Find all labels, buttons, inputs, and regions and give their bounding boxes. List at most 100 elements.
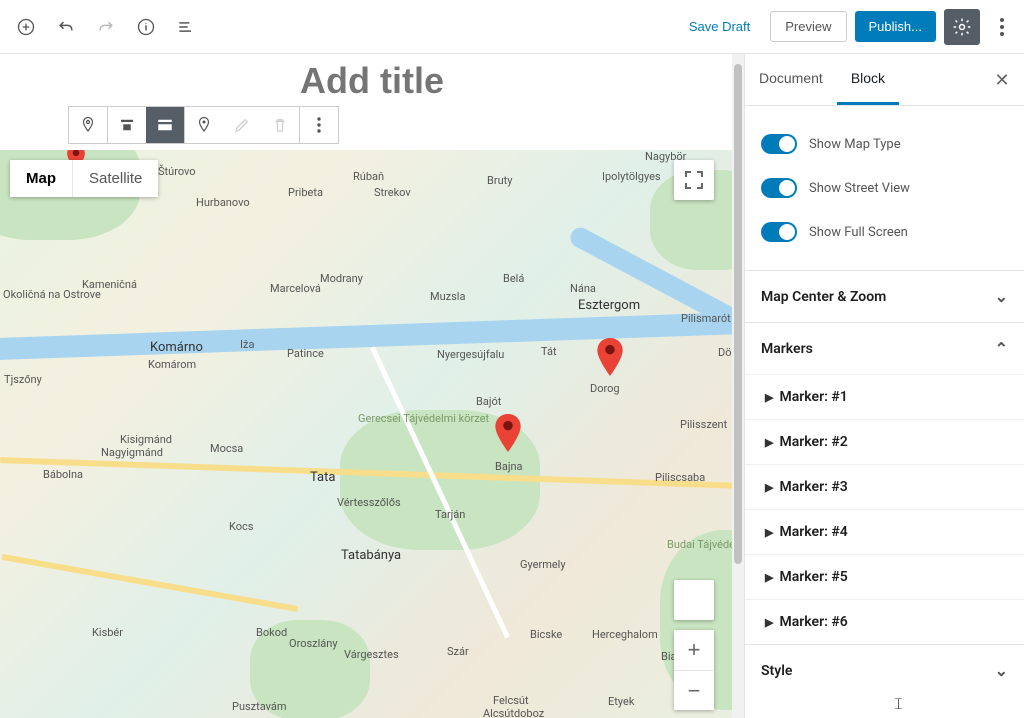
preview-button[interactable]: Preview [770,11,846,42]
sidebar-tabs: Document Block ✕ [745,54,1024,106]
panel-header-markers[interactable]: Markers ⌃ [745,323,1024,374]
chevron-down-icon: ⌄ [995,661,1008,680]
redo-icon [96,17,116,37]
align-center-button[interactable] [108,107,146,143]
toggle-label: Show Street View [809,181,910,196]
post-title-input[interactable] [0,54,744,106]
map-canvas[interactable]: Komárno Komárom Esztergom Tata Tatabánya… [0,150,744,718]
zoom-out-button[interactable]: − [674,670,714,710]
marker-item[interactable]: ▶Marker: #1 [745,374,1024,419]
main-layout: Komárno Komárom Esztergom Tata Tatabánya… [0,54,1024,718]
triangle-right-icon: ▶ [765,526,773,539]
settings-sidebar: Document Block ✕ Show Map Type Show Stre… [744,54,1024,718]
toggle-switch[interactable] [761,222,797,242]
map-pin-icon [195,116,213,134]
map-pin-icon [79,116,97,134]
map-city-label: Štúrovo [158,165,196,178]
tab-document[interactable]: Document [745,54,837,105]
map-city-label: Patince [287,347,324,360]
settings-button[interactable] [944,9,980,45]
street-view-button[interactable] [674,580,714,620]
panel-header-map-center[interactable]: Map Center & Zoom ⌄ [745,271,1024,322]
delete-button [261,107,299,143]
editor-scrollbar[interactable] [732,54,744,718]
save-draft-button[interactable]: Save Draft [677,11,762,42]
plus-circle-icon [16,17,36,37]
map-city-label: Pilismarót [681,312,731,325]
map-city-label: Bajót [476,395,501,408]
zoom-in-button[interactable]: + [674,630,714,670]
map-city-label: Pribeta [288,186,323,199]
gear-icon [952,17,972,37]
map-city-label: Oroszlány [289,637,338,650]
add-block-button[interactable] [8,9,44,45]
map-city-label: Nagyigmánd [101,446,163,459]
list-icon [176,17,196,37]
block-nav-button[interactable] [168,9,204,45]
chevron-down-icon: ⌄ [995,287,1008,306]
editor-area: Komárno Komárom Esztergom Tata Tatabánya… [0,54,744,718]
toggle-show-full-screen: Show Full Screen [761,210,1008,254]
map-city-label: Tatabánya [341,548,401,563]
triangle-right-icon: ▶ [765,481,773,494]
marker-item[interactable]: ▶Marker: #3 [745,464,1024,509]
marker-label: Marker: #2 [779,434,847,450]
map-marker[interactable] [495,414,521,452]
map-city-label: Bajna [495,460,523,473]
align-center-icon [118,116,136,134]
map-type-map[interactable]: Map [10,160,72,197]
map-city-label: Piliscsaba [655,471,705,484]
more-menu-button[interactable] [988,9,1016,45]
panel-title: Markers [761,341,813,357]
map-city-label: Kisbér [92,626,123,639]
marker-item[interactable]: ▶Marker: #2 [745,419,1024,464]
map-city-label: Herceghalom [592,628,658,641]
map-city-label: Szár [447,645,469,658]
map-city-label: Bruty [487,174,512,187]
info-button[interactable] [128,9,164,45]
text-cursor-icon: 𝙸 [893,694,904,714]
panel-style: Style ⌄ [745,644,1024,696]
map-city-label: Esztergom [578,298,640,313]
publish-button[interactable]: Publish... [855,11,936,42]
map-city-label: Tjszőny [4,373,42,386]
toolbar-right: Save Draft Preview Publish... [677,9,1016,45]
marker-item[interactable]: ▶Marker: #5 [745,554,1024,599]
marker-item[interactable]: ▶ Marker: #4 [745,509,1024,554]
close-sidebar-button[interactable]: ✕ [988,66,1016,94]
add-marker-button[interactable] [185,107,223,143]
toggle-label: Show Map Type [809,137,901,152]
toggle-switch[interactable] [761,178,797,198]
map-city-label: Dorog [590,382,620,395]
map-city-label: Modrany [320,272,363,285]
undo-button[interactable] [48,9,84,45]
triangle-right-icon: ▶ [765,391,773,404]
map-city-label: Bicske [530,628,562,641]
marker-label: Marker: #4 [779,524,847,540]
redo-button[interactable] [88,9,124,45]
align-wide-icon [156,116,174,134]
undo-icon [56,17,76,37]
vertical-dots-icon [317,117,321,133]
markers-list: ▶Marker: #1 ▶Marker: #2 ▶Marker: #3 ▶Mar… [745,374,1024,644]
fullscreen-button[interactable] [674,160,714,200]
map-city-label: Marcelová [270,282,321,295]
tab-block[interactable]: Block [837,54,899,105]
align-wide-button[interactable] [146,107,184,143]
panel-title: Map Center & Zoom [761,289,886,305]
panel-markers: Markers ⌃ ▶Marker: #1 ▶Marker: #2 ▶Marke… [745,322,1024,644]
map-marker[interactable] [597,338,623,376]
map-city-label: Pilisszent [680,418,727,431]
map-city-label: Mocsa [210,442,243,455]
map-city-label: Vértesszőlős [337,496,401,509]
toggle-switch[interactable] [761,134,797,154]
panel-title: Style [761,663,792,679]
edit-button [223,107,261,143]
marker-item[interactable]: ▶Marker: #6 [745,599,1024,644]
map-city-label: Komárom [148,358,196,371]
block-type-button[interactable] [69,107,107,143]
block-more-button[interactable] [300,107,338,143]
map-type-satellite[interactable]: Satellite [72,160,158,197]
map-city-label: Tata [310,470,335,485]
panel-header-style[interactable]: Style ⌄ [745,645,1024,696]
